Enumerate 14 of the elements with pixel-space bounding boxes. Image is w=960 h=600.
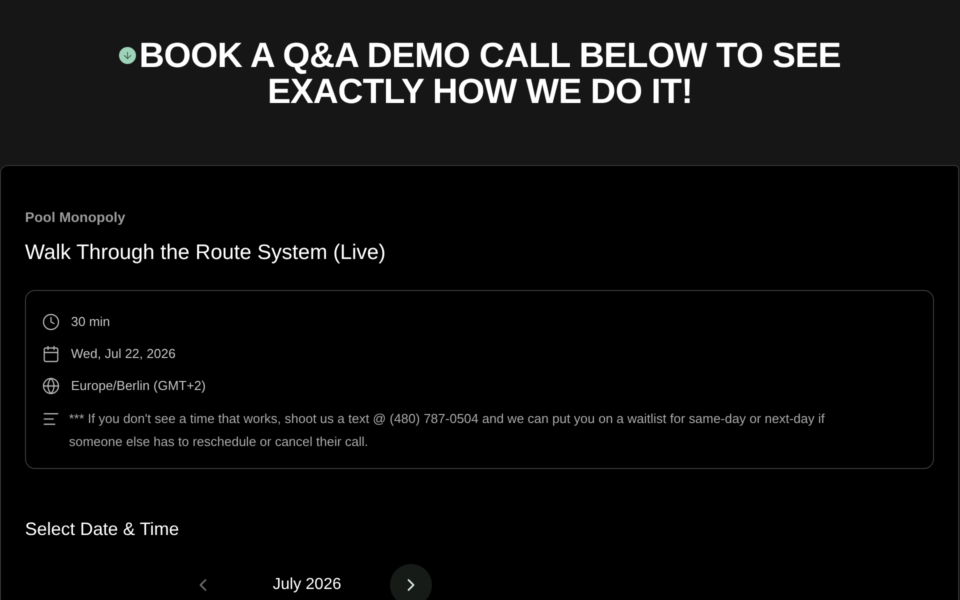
clock-icon [42, 313, 60, 331]
section-heading: Select Date & Time [25, 518, 180, 541]
organizer-name: Pool Monopoly [25, 208, 126, 227]
detail-text: 30 min [71, 313, 110, 331]
globe-icon [42, 377, 60, 395]
calendar-icon [42, 345, 60, 363]
next-month-button[interactable] [390, 564, 432, 600]
detail-text: Wed, Jul 22, 2026 [71, 345, 176, 363]
detail-text: Europe/Berlin (GMT+2) [71, 377, 206, 395]
event-title: Walk Through the Route System (Live) [25, 240, 386, 266]
text-lines-icon [42, 410, 60, 428]
month-label: July 2026 [272, 575, 342, 595]
banner-heading: BOOK A Q&A DEMO CALL BELOW TO SEE EXACTLY HOW WE DO IT! [80, 38, 880, 110]
event-description: *** If you don't see a time that works, shoot us a text @ (480) 787-0504 and we can put you on a waitlist for same-day or next-day if someone else has to reschedule or cancel their call. [69, 410, 826, 451]
